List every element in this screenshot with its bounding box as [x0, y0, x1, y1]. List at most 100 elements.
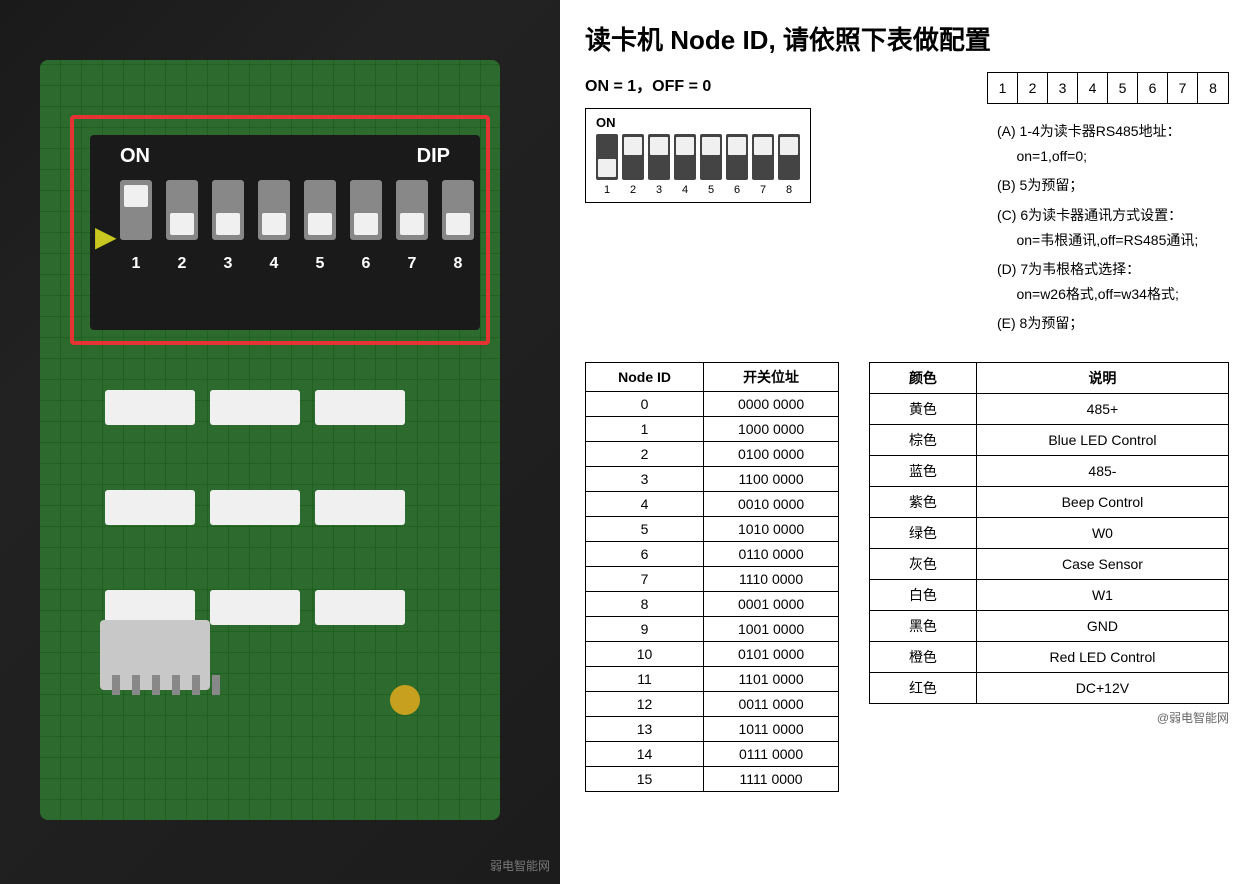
num-box-8: 8	[1198, 73, 1228, 103]
num-boxes: 1 2 3 4 5 6 7 8	[987, 72, 1229, 104]
table-row: 40010 0000	[586, 491, 839, 516]
color-table-cell: W1	[976, 579, 1228, 610]
diag-switch-5	[700, 134, 722, 180]
dip-diagram: ON 1 2 3 4 5 6	[585, 108, 811, 203]
color-table-cell: Blue LED Control	[976, 424, 1228, 455]
color-table-cell: 红色	[870, 672, 977, 703]
table-cell: 1111 0000	[704, 766, 839, 791]
color-table-cell: 紫色	[870, 486, 977, 517]
diag-num-8: 8	[778, 184, 800, 196]
diag-switch-4	[674, 134, 696, 180]
c-pin-1	[112, 675, 120, 695]
color-table-header-desc: 说明	[976, 362, 1228, 393]
diag-switch-8	[778, 134, 800, 180]
table-cell: 1000 0000	[704, 416, 839, 441]
table-cell: 6	[586, 541, 704, 566]
color-table-cell: 灰色	[870, 548, 977, 579]
left-top-section: ON = 1，OFF = 0 ON 1 2 3 4	[585, 72, 811, 203]
node-table-header-switch: 开关位址	[704, 362, 839, 391]
color-table-cell: 蓝色	[870, 455, 977, 486]
num-box-2: 2	[1018, 73, 1048, 103]
watermark-text: @弱电智能网	[869, 709, 1229, 726]
arrow-indicator: ▶	[95, 220, 117, 253]
diag-switch-6	[726, 134, 748, 180]
color-table: 颜色 说明 黄色485+棕色Blue LED Control蓝色485-紫色Be…	[869, 362, 1229, 704]
table-row: 31100 0000	[586, 466, 839, 491]
table-cell: 8	[586, 591, 704, 616]
table-row: 60110 0000	[586, 541, 839, 566]
table-cell: 0111 0000	[704, 741, 839, 766]
color-table-cell: DC+12V	[976, 672, 1228, 703]
color-table-row: 蓝色485-	[870, 455, 1229, 486]
diag-num-7: 7	[752, 184, 774, 196]
c-pin-4	[172, 675, 180, 695]
main-title: 读卡机 Node ID, 请依照下表做配置	[585, 20, 1229, 57]
table-cell: 7	[586, 566, 704, 591]
component-4	[105, 490, 195, 525]
color-table-cell: 黄色	[870, 393, 977, 424]
c-pin-2	[132, 675, 140, 695]
components-area-1	[105, 390, 405, 425]
c-pin-3	[152, 675, 160, 695]
table-row: 80001 0000	[586, 591, 839, 616]
color-table-cell: Red LED Control	[976, 641, 1228, 672]
notes-section: (A) 1-4为读卡器RS485地址： on=1,off=0; (B) 5为预留…	[987, 119, 1229, 337]
table-cell: 0001 0000	[704, 591, 839, 616]
right-section: 颜色 说明 黄色485+棕色Blue LED Control蓝色485-紫色Be…	[869, 362, 1229, 726]
num-box-7: 7	[1168, 73, 1198, 103]
table-cell: 4	[586, 491, 704, 516]
table-cell: 9	[586, 616, 704, 641]
table-cell: 12	[586, 691, 704, 716]
on-off-label: ON = 1，OFF = 0	[585, 72, 811, 96]
table-cell: 3	[586, 466, 704, 491]
red-box-highlight	[70, 115, 490, 345]
table-row: 111101 0000	[586, 666, 839, 691]
node-table-header-id: Node ID	[586, 362, 704, 391]
color-table-row: 灰色Case Sensor	[870, 548, 1229, 579]
diag-switch-7	[752, 134, 774, 180]
diag-num-1: 1	[596, 184, 618, 196]
table-row: 51010 0000	[586, 516, 839, 541]
color-table-cell: 绿色	[870, 517, 977, 548]
table-cell: 1001 0000	[704, 616, 839, 641]
component-5	[210, 490, 300, 525]
table-cell: 5	[586, 516, 704, 541]
num-box-3: 3	[1048, 73, 1078, 103]
table-cell: 1101 0000	[704, 666, 839, 691]
table-cell: 0010 0000	[704, 491, 839, 516]
right-top-section: 1 2 3 4 5 6 7 8 (A) 1-4为读卡器RS485地址： on=1…	[987, 72, 1229, 352]
num-box-5: 5	[1108, 73, 1138, 103]
note-a: (A) 1-4为读卡器RS485地址： on=1,off=0;	[987, 119, 1229, 169]
color-table-cell: GND	[976, 610, 1228, 641]
diag-switch-3	[648, 134, 670, 180]
connector-pins	[112, 675, 220, 695]
right-panel: 读卡机 Node ID, 请依照下表做配置 ON = 1，OFF = 0 ON …	[560, 0, 1254, 884]
table-cell: 0	[586, 391, 704, 416]
component-1	[105, 390, 195, 425]
color-table-row: 白色W1	[870, 579, 1229, 610]
table-cell: 0110 0000	[704, 541, 839, 566]
pcb-board: ON DIP 1 2 3 4 5 6 7 8	[40, 60, 500, 820]
table-row: 00000 0000	[586, 391, 839, 416]
c-pin-6	[212, 675, 220, 695]
table-row: 151111 0000	[586, 766, 839, 791]
note-d: (D) 7为韦根格式选择： on=w26格式,off=w34格式;	[987, 257, 1229, 307]
table-cell: 1011 0000	[704, 716, 839, 741]
table-row: 20100 0000	[586, 441, 839, 466]
table-row: 140111 0000	[586, 741, 839, 766]
components-area-2	[105, 490, 405, 525]
diag-num-6: 6	[726, 184, 748, 196]
table-cell: 0100 0000	[704, 441, 839, 466]
table-cell: 13	[586, 716, 704, 741]
color-table-row: 绿色W0	[870, 517, 1229, 548]
table-row: 71110 0000	[586, 566, 839, 591]
color-table-row: 黑色GND	[870, 610, 1229, 641]
node-id-table: Node ID 开关位址 00000 000011000 000020100 0…	[585, 362, 839, 792]
left-panel: ON DIP 1 2 3 4 5 6 7 8	[0, 0, 560, 884]
component-3	[315, 390, 405, 425]
num-box-6: 6	[1138, 73, 1168, 103]
table-cell: 0011 0000	[704, 691, 839, 716]
color-table-cell: 白色	[870, 579, 977, 610]
color-table-row: 紫色Beep Control	[870, 486, 1229, 517]
color-table-header-color: 颜色	[870, 362, 977, 393]
